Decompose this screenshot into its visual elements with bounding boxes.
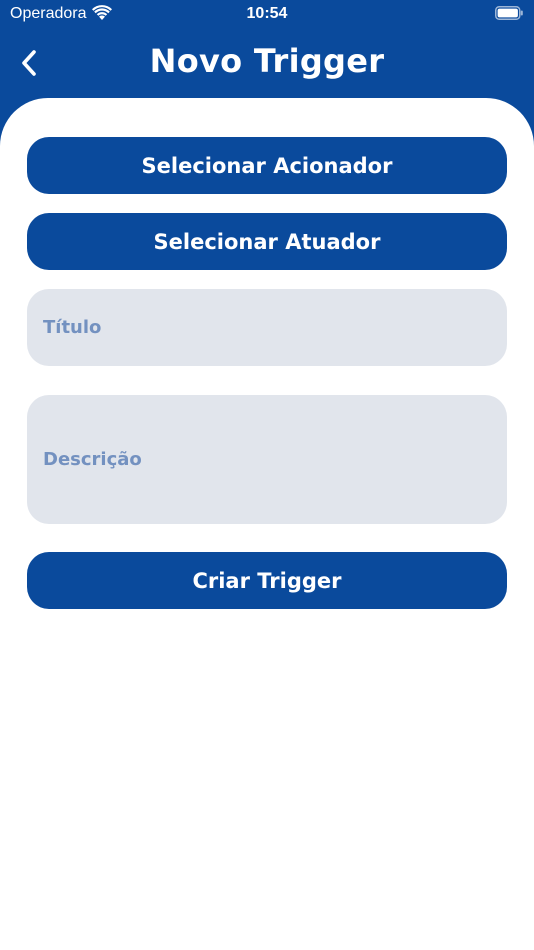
title-placeholder: Título: [43, 317, 102, 338]
content-sheet: Selecionar Acionador Selecionar Atuador …: [0, 98, 534, 950]
select-trigger-button[interactable]: Selecionar Acionador: [27, 137, 507, 194]
page-title: Novo Trigger: [149, 42, 385, 80]
status-bar: Operadora 10:54: [0, 0, 534, 30]
title-input[interactable]: Título: [27, 289, 507, 366]
select-actuator-button[interactable]: Selecionar Atuador: [27, 213, 507, 270]
description-placeholder: Descrição: [43, 449, 142, 470]
create-trigger-button[interactable]: Criar Trigger: [27, 552, 507, 609]
battery-icon: [495, 6, 523, 20]
status-time: 10:54: [246, 5, 288, 22]
description-input[interactable]: Descrição: [27, 395, 507, 524]
